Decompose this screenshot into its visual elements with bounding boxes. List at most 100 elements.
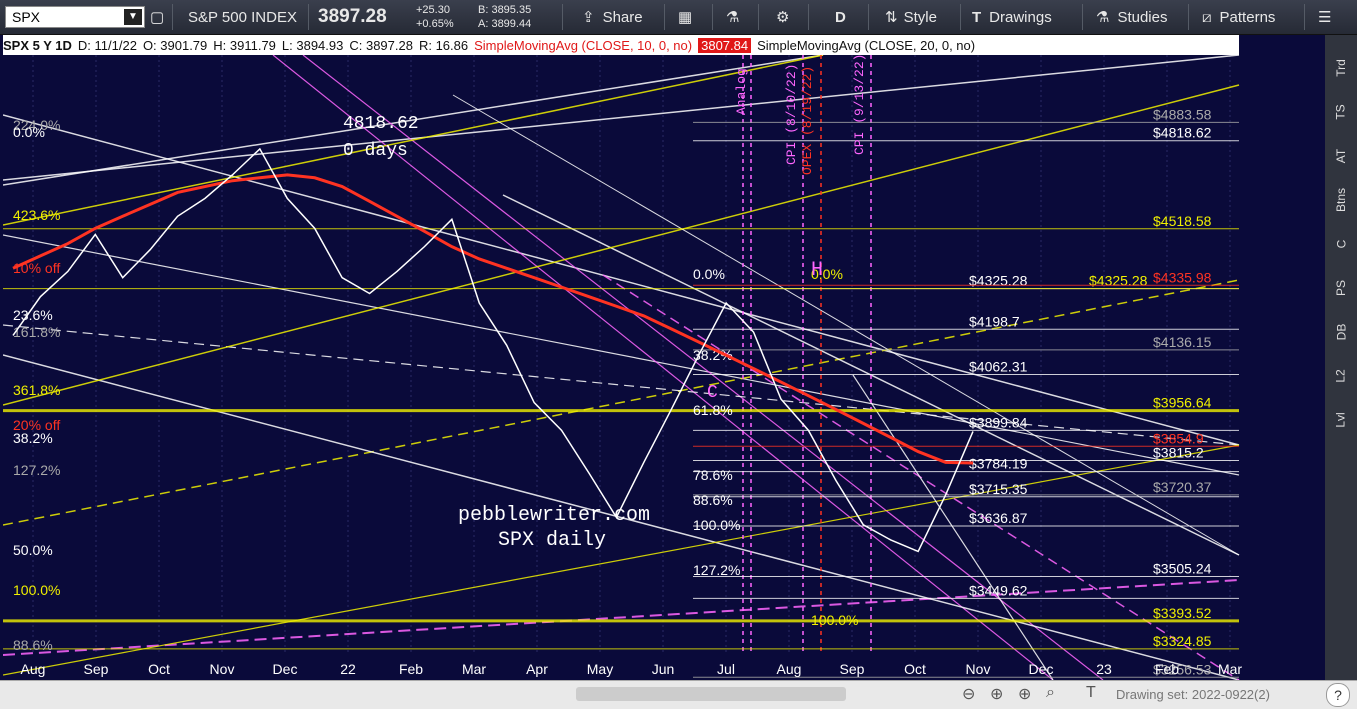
level-label: $4325.28 [1089,273,1148,289]
fib-label: 78.6% [693,467,733,483]
level-label: $3784.19 [969,456,1028,472]
level-label: $4136.15 [1153,334,1212,350]
style-button[interactable]: ⇅ Style [885,0,937,34]
divider [172,4,173,30]
fib-label: 88.6% [13,637,53,653]
fib-label: 127.2% [13,462,60,478]
fib-label: 0.0% [693,266,725,282]
right-tab-lvl[interactable]: Lvl [1325,401,1357,441]
divider [960,4,961,30]
right-tab-btns[interactable]: Btns [1325,181,1357,221]
patterns-button[interactable]: ⧄ Patterns [1202,0,1275,34]
right-tab-label: Lvl [1334,412,1348,428]
zoom-in-icon[interactable]: ⊕ [1018,684,1031,704]
chart-annotation: 0 days [343,141,408,161]
divider [868,4,869,30]
right-tab-at[interactable]: AT [1325,137,1357,177]
drawings-button[interactable]: T Drawings [972,0,1052,34]
fib-label: 10% off [13,260,60,276]
gear-icon[interactable]: ⚙ [776,0,789,34]
level-label: $3720.37 [1153,479,1212,495]
sma10-label: SimpleMovingAvg (CLOSE, 10, 0, no) [474,37,693,53]
open-value: O: 3901.79 [142,37,208,53]
x-tick-label: Mar [1218,661,1242,677]
chart-annotation: H [811,259,823,282]
percent-change: +0.65% [416,18,454,30]
studies-icon: ⚗ [1096,9,1110,26]
x-tick-label: May [587,661,613,677]
level-label: $4198.7 [969,313,1020,329]
calendar-icon[interactable]: ▦ [678,0,692,34]
divider [1082,4,1083,30]
range-value: R: 16.86 [418,37,469,53]
fib-label: 0.0% [13,124,45,140]
right-tab-trd[interactable]: Trd [1325,49,1357,89]
divider [562,4,563,30]
x-tick-label: Jul [717,661,735,677]
level-label: $4062.31 [969,359,1028,375]
fib-label: 61.8% [693,402,733,418]
studies-button[interactable]: ⚗ Studies [1096,0,1168,34]
share-button[interactable]: ⇪ Share [582,0,643,34]
last-price: 3897.28 [318,6,387,27]
x-tick-label: Mar [462,661,486,677]
help-icon[interactable]: ? [1326,683,1350,707]
right-tab-label: L2 [1333,369,1348,383]
low-value: L: 3894.93 [281,37,344,53]
chevron-down-icon[interactable]: ▼ [124,9,142,25]
x-tick-label: Nov [210,661,235,677]
x-tick-label: Oct [904,661,926,677]
divider [664,4,665,30]
zoom-out-icon[interactable]: ⊖ [962,684,975,704]
x-tick-label: Feb [399,661,423,677]
level-label: $4325.28 [969,273,1028,289]
x-tick-label: Dec [273,661,298,677]
fib-label: 100.0% [13,582,60,598]
level-label: $4518.58 [1153,213,1212,229]
symbol-text: SPX [12,9,41,25]
high-value: H: 3911.79 [213,37,276,53]
magnify-icon[interactable]: ⌕ [1046,684,1055,702]
right-tab-label: Trd [1334,59,1348,77]
divider [808,4,809,30]
chart-annotation: C [707,383,718,403]
patterns-icon: ⧄ [1202,8,1212,26]
level-label: $4335.98 [1153,269,1212,285]
right-tab-label: C [1333,239,1348,249]
series-label: SPX 5 Y 1D [3,37,72,53]
fib-label: 88.6% [693,492,733,508]
level-label: $3449.62 [969,582,1028,598]
flask-icon[interactable]: ⚗ [726,0,739,34]
right-tab-ts[interactable]: TS [1325,93,1357,133]
fib-label: 100.0% [811,612,858,628]
horizontal-scrollbar[interactable] [576,687,846,701]
menu-icon[interactable]: ☰ [1318,0,1331,34]
symbol-selector[interactable]: SPX ▼ [5,6,145,28]
x-tick-label: 22 [340,661,356,677]
right-tab-db[interactable]: DB [1325,313,1357,353]
chart-annotation: 4818.62 [343,114,419,134]
x-tick-label: Sep [840,661,865,677]
level-label: $3899.84 [969,414,1028,430]
chart-annotation: CPI (8/10/22) [784,64,799,165]
patterns-label: Patterns [1219,8,1276,26]
window-icon[interactable]: ▢ [150,0,164,34]
right-tab-label: DB [1333,323,1348,341]
bid-price: B: 3895.35 [478,4,532,16]
chart-annotation: Analog [734,68,749,115]
drawing-set-label: Drawing set: 2022-0922(2) [1116,687,1270,702]
fib-label: 38.2% [13,430,53,446]
price-chart[interactable]: $4883.58 $4818.62 $4518.58 $4325.28 $4325.28… [3,55,1325,680]
x-tick-label: Aug [777,661,802,677]
crosshair-icon[interactable]: ⊕ [990,684,1003,704]
x-tick-label: Jun [652,661,675,677]
right-tab-ps[interactable]: PS [1325,269,1357,309]
right-tab-c[interactable]: C [1325,225,1357,265]
right-tab-l2[interactable]: L2 [1325,357,1357,397]
level-label: $4818.62 [1153,125,1212,141]
text-tool-icon[interactable]: T [1086,684,1096,702]
sma20-label: SimpleMovingAvg (CLOSE, 20, 0, no) [757,37,976,53]
right-panel-tabs: Trd TS AT Btns C PS DB L2 Lvl [1325,35,1357,680]
period-button[interactable]: D [835,0,846,34]
level-label: $3956.64 [1153,395,1212,411]
